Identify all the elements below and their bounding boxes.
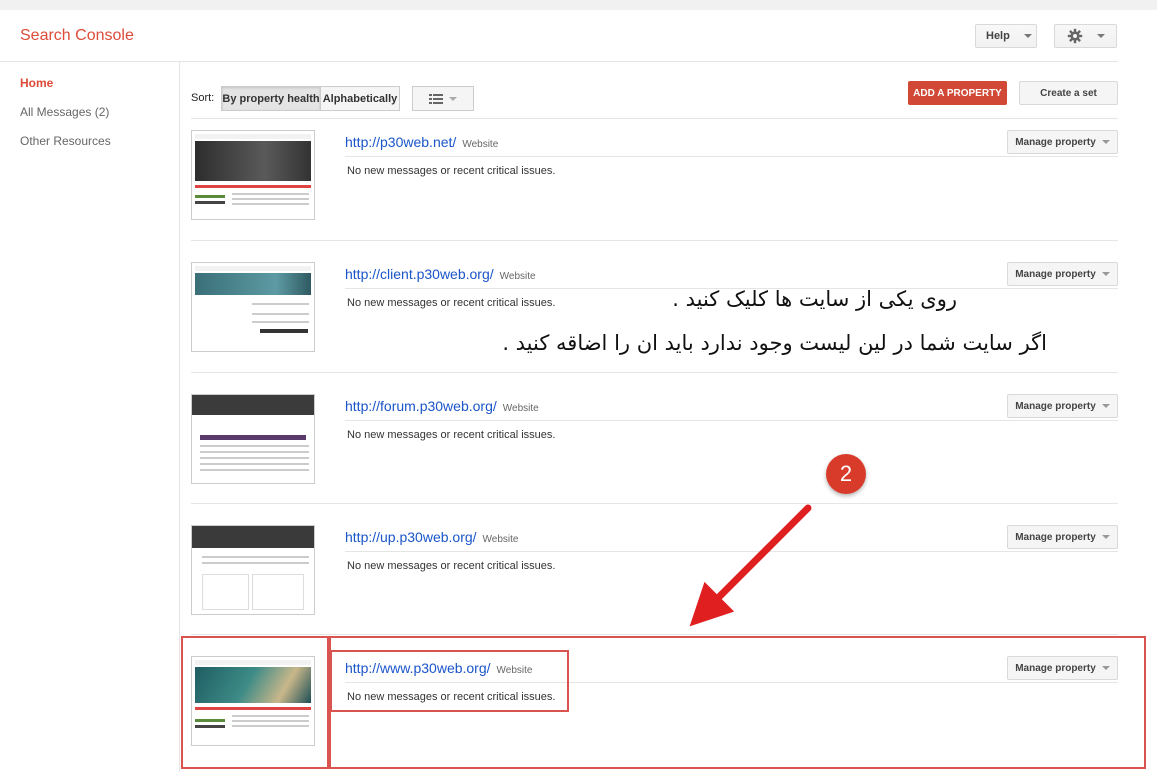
step-number-badge: 2	[826, 454, 866, 494]
highlight-url-box	[330, 650, 569, 712]
highlight-thumbnail-box	[181, 636, 329, 769]
